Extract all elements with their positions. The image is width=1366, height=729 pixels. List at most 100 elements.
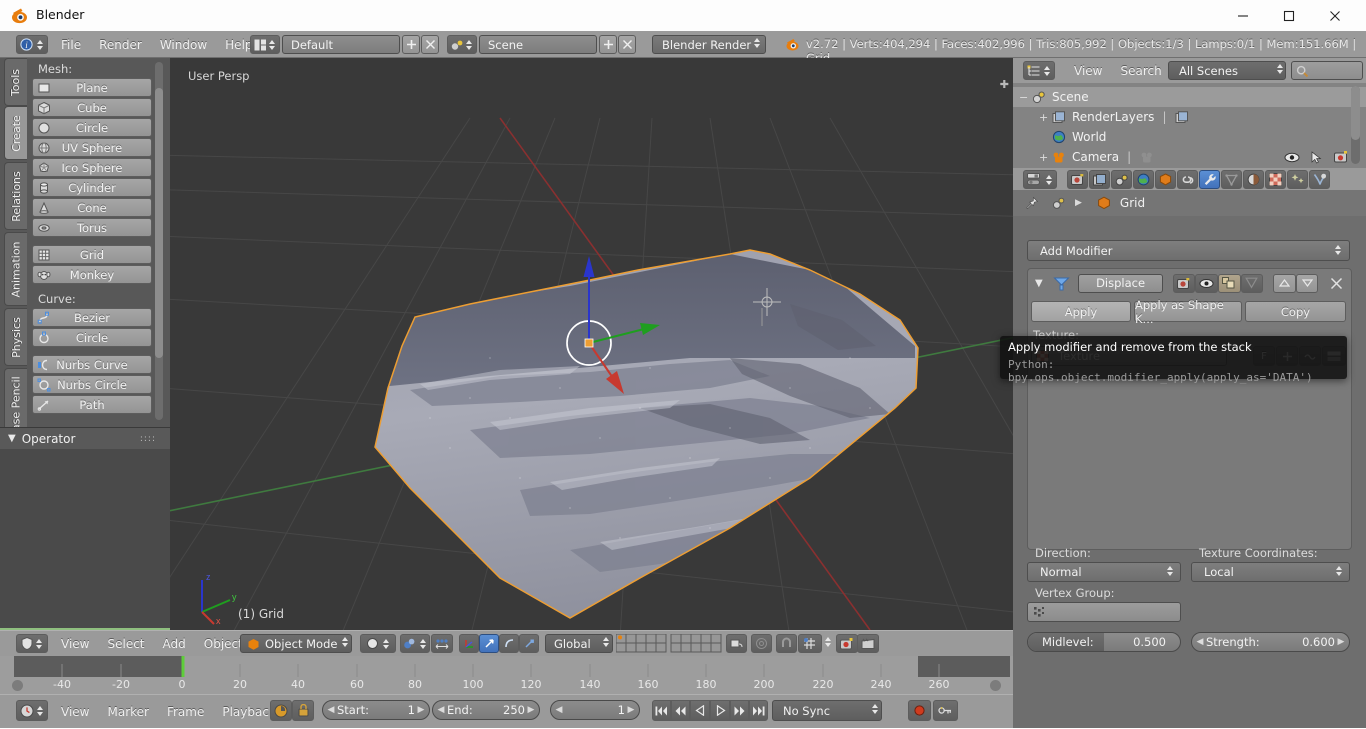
- scene-datablock-icon[interactable]: [447, 35, 477, 54]
- properties-tab-world[interactable]: [1133, 170, 1154, 189]
- renderlayers-data-icon[interactable]: [1174, 109, 1190, 125]
- 3d-viewport[interactable]: User Persp (1) Grid z y x ✚: [170, 58, 1013, 630]
- add-ico-sphere-button[interactable]: Ico Sphere: [32, 158, 152, 177]
- modifier-edit-mode-toggle[interactable]: [1217, 273, 1241, 293]
- jump-to-start-button[interactable]: [652, 700, 671, 721]
- translate-manipulator-button[interactable]: [479, 634, 499, 653]
- add-cone-button[interactable]: Cone: [32, 198, 152, 217]
- current-frame-inc-icon[interactable]: ▶: [625, 701, 637, 719]
- properties-tab-physics[interactable]: [1309, 170, 1330, 189]
- outliner-menu-search[interactable]: Search: [1111, 58, 1170, 83]
- screen-layout-field[interactable]: Default: [282, 35, 400, 54]
- scene-name-field[interactable]: Scene: [479, 35, 597, 54]
- add-modifier-button[interactable]: Add Modifier: [1027, 240, 1350, 261]
- keying-set-button[interactable]: [933, 700, 958, 721]
- viewport-expand-handle[interactable]: ✚: [1000, 78, 1009, 91]
- manipulator-toggle-button[interactable]: [459, 634, 479, 653]
- add-curve-circle-button[interactable]: Circle: [32, 328, 152, 347]
- add-path-button[interactable]: Path: [32, 395, 152, 414]
- properties-tab-render-layers[interactable]: [1089, 170, 1110, 189]
- toolshelf-tab-animation[interactable]: Animation: [4, 232, 27, 306]
- add-uv-sphere-button[interactable]: UV Sphere: [32, 138, 152, 157]
- properties-tab-texture[interactable]: [1265, 170, 1286, 189]
- outliner-row-renderlayers[interactable]: + RenderLayers |: [1013, 107, 1366, 127]
- manipulate-center-points-button[interactable]: [431, 634, 453, 653]
- snap-magnet-button[interactable]: [776, 634, 797, 653]
- add-cube-button[interactable]: Cube: [32, 98, 152, 117]
- timeline-menu-marker[interactable]: Marker: [98, 695, 157, 729]
- jump-to-end-button[interactable]: [749, 700, 768, 721]
- modifier-move-up-button[interactable]: [1273, 273, 1296, 293]
- camera-expander-icon[interactable]: +: [1039, 151, 1051, 164]
- viewport-menu-view[interactable]: View: [52, 631, 98, 657]
- start-frame-field[interactable]: ◀ Start: 1 ▶: [322, 700, 430, 720]
- scene-breadcrumb-icon[interactable]: [1051, 195, 1067, 211]
- current-frame-field[interactable]: ◀ 1 ▶: [550, 700, 640, 720]
- toolshelf-tab-physics[interactable]: Physics: [4, 308, 27, 366]
- properties-tab-constraints[interactable]: [1177, 170, 1198, 189]
- viewport-menu-add[interactable]: Add: [154, 631, 195, 657]
- modifier-copy-button[interactable]: Copy: [1245, 301, 1346, 322]
- camera-data-icon[interactable]: [1139, 149, 1155, 165]
- timeline-scrub-area[interactable]: -40 -20 0 20 40 60 80 100 120 140 160 180 200 220 240 2…: [0, 656, 1013, 694]
- strength-inc-icon[interactable]: ▶: [1335, 633, 1347, 651]
- add-torus-button[interactable]: Torus: [32, 218, 152, 237]
- menu-render[interactable]: Render: [90, 31, 151, 58]
- timeline-menu-view[interactable]: View: [52, 695, 98, 729]
- render-animation-button[interactable]: [857, 634, 879, 653]
- editor-type-selector[interactable]: i: [16, 35, 48, 54]
- modifier-direction-select[interactable]: Normal: [1027, 562, 1181, 582]
- maximize-button[interactable]: [1266, 0, 1312, 31]
- start-frame-dec-icon[interactable]: ◀: [325, 701, 337, 719]
- viewport-shading-selector[interactable]: [360, 634, 396, 653]
- properties-editor-type-selector[interactable]: [1023, 170, 1057, 189]
- eye-icon[interactable]: [1284, 150, 1300, 164]
- viewport-editor-type-selector[interactable]: [16, 634, 48, 653]
- outliner-scrollbar[interactable]: [1351, 86, 1360, 140]
- pin-icon[interactable]: [1023, 195, 1039, 211]
- menu-file[interactable]: File: [52, 31, 90, 58]
- add-nurbs-circle-button[interactable]: Nurbs Circle: [32, 375, 152, 394]
- play-button[interactable]: [710, 700, 730, 721]
- modifier-texture-coords-select[interactable]: Local: [1191, 562, 1350, 582]
- next-keyframe-button[interactable]: [730, 700, 749, 721]
- outliner-row-scene[interactable]: − Scene: [1013, 87, 1366, 107]
- properties-tab-modifiers[interactable]: [1199, 170, 1220, 189]
- rotate-manipulator-button[interactable]: [499, 634, 519, 653]
- outliner-display-mode-select[interactable]: All Scenes: [1168, 61, 1286, 80]
- snap-element-selector[interactable]: [798, 634, 822, 653]
- lock-time-button[interactable]: [292, 700, 314, 721]
- operator-panel-header[interactable]: ▼ Operator ::::: [0, 428, 170, 449]
- outliner-editor-type-selector[interactable]: [1023, 61, 1055, 80]
- scene-layers-widget[interactable]: [615, 633, 722, 658]
- properties-tab-material[interactable]: [1243, 170, 1264, 189]
- outliner-row-world[interactable]: World: [1013, 127, 1366, 147]
- new-scene-button[interactable]: [599, 35, 617, 54]
- start-frame-inc-icon[interactable]: ▶: [415, 701, 427, 719]
- delete-layout-button[interactable]: [421, 35, 439, 54]
- modifier-name-field[interactable]: Displace: [1078, 273, 1163, 293]
- cursor-icon[interactable]: [1310, 150, 1323, 164]
- modifier-move-down-button[interactable]: [1295, 273, 1319, 293]
- end-frame-dec-icon[interactable]: ◀: [435, 701, 447, 719]
- modifier-render-toggle[interactable]: [1172, 273, 1196, 293]
- modifier-viewport-toggle[interactable]: [1195, 273, 1218, 293]
- modifier-apply-button[interactable]: Apply: [1031, 301, 1131, 322]
- properties-tab-particles[interactable]: [1287, 170, 1308, 189]
- properties-tab-scene[interactable]: [1111, 170, 1132, 189]
- render-view-button[interactable]: [836, 634, 858, 653]
- add-monkey-button[interactable]: Monkey: [32, 265, 152, 284]
- previous-keyframe-button[interactable]: [671, 700, 690, 721]
- operator-grip-icon[interactable]: ::::: [140, 434, 156, 444]
- menu-window[interactable]: Window: [151, 31, 216, 58]
- scene-expander-icon[interactable]: −: [1019, 91, 1031, 104]
- toolshelf-tab-tools[interactable]: Tools: [4, 58, 27, 106]
- add-bezier-button[interactable]: Bezier: [32, 308, 152, 327]
- add-plane-button[interactable]: Plane: [32, 78, 152, 97]
- viewport-menu-select[interactable]: Select: [98, 631, 153, 657]
- end-frame-inc-icon[interactable]: ▶: [525, 701, 537, 719]
- pivot-point-selector[interactable]: [400, 634, 430, 653]
- strength-dec-icon[interactable]: ◀: [1194, 633, 1206, 651]
- renderlayers-expander-icon[interactable]: +: [1039, 111, 1051, 124]
- timeline-editor-type-selector[interactable]: [16, 700, 48, 721]
